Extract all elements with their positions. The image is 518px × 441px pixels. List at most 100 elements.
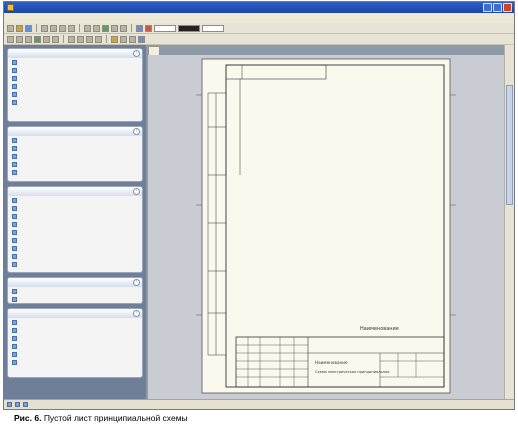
panel-section: ˄ <box>7 308 143 378</box>
collapse-icon[interactable]: ˄ <box>133 310 140 317</box>
stamp-subtitle: Схема электрическая принципиальная <box>315 370 389 374</box>
redo-icon[interactable] <box>93 24 100 32</box>
ground-icon[interactable] <box>120 35 127 43</box>
list-item[interactable] <box>8 287 142 295</box>
net-label-icon[interactable] <box>52 35 59 43</box>
title-bar <box>4 2 514 13</box>
align-icon[interactable] <box>138 35 145 43</box>
cut-icon[interactable] <box>50 24 57 32</box>
list-item[interactable] <box>8 144 142 152</box>
copy-icon[interactable] <box>59 24 66 32</box>
list-item[interactable] <box>8 260 142 268</box>
port-icon[interactable] <box>43 35 50 43</box>
section-header[interactable]: ˄ <box>8 278 142 287</box>
sheet-paper <box>201 58 451 394</box>
junction-icon[interactable] <box>129 35 136 43</box>
line-style-dropdown[interactable] <box>154 24 176 32</box>
grid-icon[interactable] <box>111 24 118 32</box>
line-width-dropdown[interactable] <box>202 24 224 32</box>
collapse-icon[interactable]: ˄ <box>133 50 140 57</box>
section-header[interactable]: ˄ <box>8 187 142 196</box>
document-icon <box>12 253 17 259</box>
list-item[interactable] <box>8 168 142 176</box>
collapse-icon[interactable]: ˄ <box>133 188 140 195</box>
new-file-icon[interactable] <box>7 24 14 32</box>
scrollbar-thumb[interactable] <box>506 85 513 205</box>
document-icon <box>12 245 17 251</box>
undo-icon[interactable] <box>84 24 91 32</box>
list-item[interactable] <box>8 90 142 98</box>
list-item[interactable] <box>8 295 142 303</box>
list-item[interactable] <box>8 212 142 220</box>
list-item[interactable] <box>8 220 142 228</box>
collapse-icon[interactable]: ˄ <box>133 128 140 135</box>
minimize-button[interactable] <box>483 3 492 12</box>
document-tab[interactable] <box>148 46 160 55</box>
document-icon <box>12 161 17 167</box>
list-item[interactable] <box>8 66 142 74</box>
toolbar-separator <box>63 35 64 43</box>
canvas-background[interactable]: Наименование Наименование Схема электрич… <box>148 55 504 399</box>
list-item[interactable] <box>8 326 142 334</box>
schematic-sheet[interactable]: Наименование Наименование Схема электрич… <box>148 55 504 399</box>
maximize-button[interactable] <box>493 3 502 12</box>
document-icon <box>12 169 17 175</box>
list-item[interactable] <box>8 334 142 342</box>
figure-label: Рис. 6. <box>14 413 42 423</box>
section-header[interactable]: ˄ <box>8 309 142 318</box>
list-item[interactable] <box>8 358 142 366</box>
list-item[interactable] <box>8 74 142 82</box>
list-item[interactable] <box>8 136 142 144</box>
circle-icon[interactable] <box>86 35 93 43</box>
document-icon <box>12 351 17 357</box>
paste-icon[interactable] <box>68 24 75 32</box>
component-icon[interactable] <box>34 35 41 43</box>
document-area: Наименование Наименование Схема электрич… <box>146 45 506 401</box>
list-item[interactable] <box>8 152 142 160</box>
status-icon[interactable] <box>7 402 12 407</box>
line-icon[interactable] <box>68 35 75 43</box>
status-icon[interactable] <box>15 402 20 407</box>
list-item[interactable] <box>8 204 142 212</box>
list-item[interactable] <box>8 244 142 252</box>
rectangle-icon[interactable] <box>77 35 84 43</box>
section-header[interactable]: ˄ <box>8 49 142 58</box>
list-item[interactable] <box>8 342 142 350</box>
wire-icon[interactable] <box>16 35 23 43</box>
center-title: Наименование <box>360 326 399 332</box>
document-icon <box>12 288 17 294</box>
stop-icon[interactable] <box>145 24 152 32</box>
list-item[interactable] <box>8 160 142 168</box>
document-icon <box>12 229 17 235</box>
list-item[interactable] <box>8 252 142 260</box>
status-icon[interactable] <box>23 402 28 407</box>
list-item[interactable] <box>8 196 142 204</box>
close-button[interactable] <box>503 3 512 12</box>
list-item[interactable] <box>8 318 142 326</box>
list-item[interactable] <box>8 228 142 236</box>
save-icon[interactable] <box>25 24 32 32</box>
print-icon[interactable] <box>41 24 48 32</box>
list-item[interactable] <box>8 82 142 90</box>
help-icon[interactable] <box>136 24 143 32</box>
zoom-icon[interactable] <box>102 24 109 32</box>
color-dropdown[interactable] <box>178 24 200 32</box>
section-header[interactable]: ˄ <box>8 127 142 136</box>
text-icon[interactable] <box>95 35 102 43</box>
list-item[interactable] <box>8 350 142 358</box>
document-icon <box>12 359 17 365</box>
panel-section: ˄ <box>7 126 143 182</box>
select-icon[interactable] <box>7 35 14 43</box>
bus-icon[interactable] <box>25 35 32 43</box>
list-item[interactable] <box>8 98 142 106</box>
list-item[interactable] <box>8 58 142 66</box>
snap-icon[interactable] <box>120 24 127 32</box>
open-folder-icon[interactable] <box>16 24 23 32</box>
collapse-icon[interactable]: ˄ <box>133 279 140 286</box>
panel-section: ˄ <box>7 277 143 304</box>
figure-caption: Рис. 6. Пустой лист принципиальной схемы <box>14 413 188 423</box>
list-item[interactable] <box>8 236 142 244</box>
power-icon[interactable] <box>111 35 118 43</box>
document-icon <box>12 137 17 143</box>
vertical-scrollbar[interactable] <box>504 45 514 401</box>
